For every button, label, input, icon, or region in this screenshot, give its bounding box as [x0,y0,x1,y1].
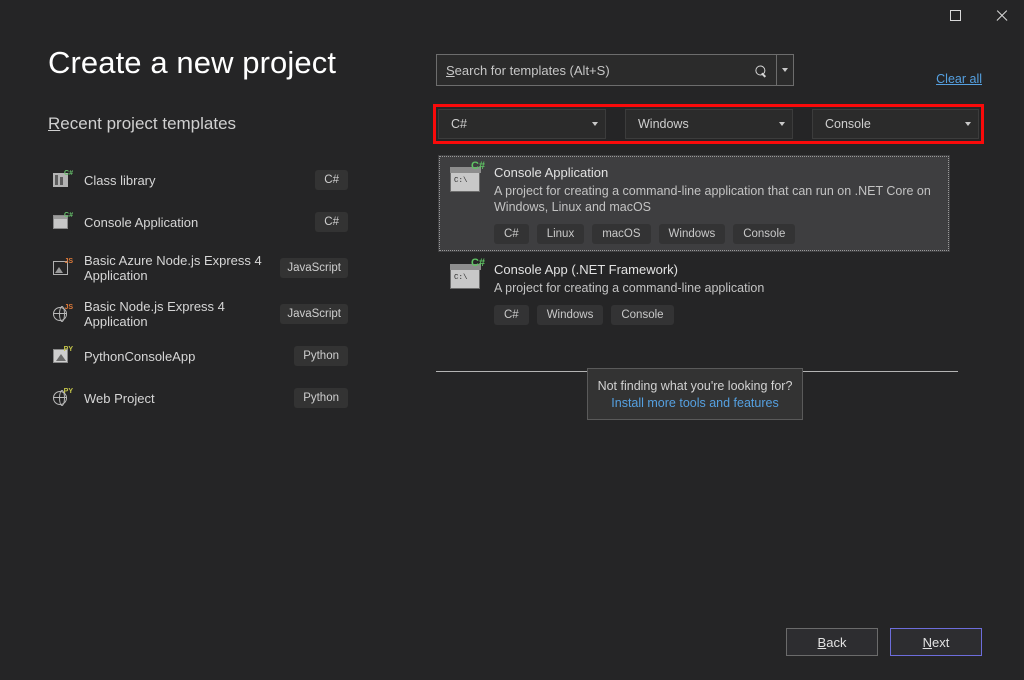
maximize-square-icon [950,10,961,21]
recent-heading-accelerator: R [48,114,60,133]
python-image-icon: PY [53,348,70,365]
template-tag: macOS [592,224,650,244]
console-app-netframework-icon: C:\ C# [450,262,482,325]
dialog-footer: Back Next [0,600,1024,680]
chevron-down-icon [782,68,788,72]
not-finding-panel: Not finding what you're looking for? Ins… [587,368,803,420]
recent-heading-text: ecent project templates [60,114,236,133]
recent-item-label: Basic Azure Node.js Express 4 Applicatio… [84,253,280,283]
search-button[interactable] [748,55,776,85]
recent-item-label: Console Application [84,215,315,230]
template-body: Console App (.NET Framework) A project f… [494,262,940,325]
recent-item-class-library[interactable]: C# Class library C# [48,164,348,196]
chevron-down-icon [958,122,978,126]
python-badge-icon: PY [64,346,73,353]
recent-item-basic-nodejs-express-4-application[interactable]: JS Basic Node.js Express 4 Application J… [48,298,348,330]
recent-item-language-badge: Python [294,346,348,366]
template-tag: Console [611,305,673,325]
console-icon-path-text: C:\ [454,177,468,185]
recent-item-label: Basic Node.js Express 4 Application [84,299,280,329]
recent-item-console-application[interactable]: C# Console Application C# [48,206,348,238]
template-tag: C# [494,305,529,325]
install-more-tools-link[interactable]: Install more tools and features [611,396,778,410]
template-title: Console App (.NET Framework) [494,262,940,277]
clear-all-link[interactable]: Clear all [936,72,982,86]
recent-item-web-project[interactable]: PY Web Project Python [48,382,348,414]
platform-filter-dropdown[interactable]: Windows [625,109,793,139]
recent-templates-heading: Recent project templates [48,114,236,134]
template-tag: Windows [537,305,604,325]
back-label: ack [826,635,846,650]
template-tag: Linux [537,224,585,244]
template-tags: C# Windows Console [494,305,940,325]
globe-icon: JS [53,306,70,323]
recent-item-language-badge: C# [315,170,348,190]
javascript-badge-icon: JS [64,258,73,265]
template-item-console-application[interactable]: C:\ C# Console Application A project for… [438,155,950,252]
recent-item-language-badge: C# [315,212,348,232]
template-item-console-app-net-framework[interactable]: C:\ C# Console App (.NET Framework) A pr… [438,252,950,333]
console-icon-path-text: C:\ [454,274,468,282]
template-title: Console Application [494,165,940,180]
filter-row: C# Windows Console [438,109,979,139]
template-tag: C# [494,224,529,244]
template-description: A project for creating a command-line ap… [494,280,940,296]
template-tags: C# Linux macOS Windows Console [494,224,940,244]
recent-item-basic-azure-nodejs-express-4-application[interactable]: JS Basic Azure Node.js Express 4 Applica… [48,248,348,288]
csharp-badge-icon: C# [471,258,485,269]
close-x-icon [995,9,1008,22]
project-type-filter-dropdown[interactable]: Console [812,109,979,139]
page-title: Create a new project [48,45,336,81]
search-dropdown-button[interactable] [777,55,793,85]
clear-all-text: lear all [945,72,982,86]
platform-filter-value: Windows [626,117,772,131]
template-results-list: C:\ C# Console Application A project for… [438,155,950,333]
console-window-icon: C# [53,214,70,231]
globe-icon: PY [53,390,70,407]
csharp-badge-icon: C# [64,170,73,177]
clear-all-accelerator: C [936,72,945,86]
recent-item-label: PythonConsoleApp [84,349,294,364]
recent-item-language-badge: Python [294,388,348,408]
back-accelerator: B [818,635,827,650]
recent-item-language-badge: JavaScript [280,304,348,324]
javascript-badge-icon: JS [64,304,73,311]
chevron-down-icon [772,122,792,126]
console-app-csharp-icon: C:\ C# [450,165,482,244]
recent-templates-list: C# Class library C# C# Console Applicati… [48,164,348,424]
search-input[interactable] [437,55,748,85]
language-filter-dropdown[interactable]: C# [438,109,606,139]
template-description: A project for creating a command-line ap… [494,183,940,215]
template-body: Console Application A project for creati… [494,165,940,244]
azure-app-icon: JS [53,260,70,277]
template-tag: Console [733,224,795,244]
next-accelerator: N [923,635,932,650]
right-panel: Search for templates (Alt+S) Clear all C… [400,32,1024,680]
chevron-down-icon [585,122,605,126]
recent-item-pythonconsoleapp[interactable]: PY PythonConsoleApp Python [48,340,348,372]
magnifier-icon [753,61,771,79]
close-button[interactable] [978,0,1024,30]
left-panel: Create a new project Recent project temp… [0,32,400,680]
recent-item-language-badge: JavaScript [280,258,348,278]
language-filter-value: C# [439,117,585,131]
create-new-project-dialog: Create a new project Recent project temp… [0,0,1024,680]
back-button[interactable]: Back [786,628,878,656]
csharp-badge-icon: C# [64,212,73,219]
search-box[interactable]: Search for templates (Alt+S) [436,54,794,86]
project-type-filter-value: Console [813,117,958,131]
title-bar [0,0,1024,32]
class-library-icon: C# [53,172,70,189]
recent-item-label: Web Project [84,391,294,406]
not-finding-question: Not finding what you're looking for? [598,379,793,393]
template-tag: Windows [659,224,726,244]
python-badge-icon: PY [64,388,73,395]
next-label: ext [932,635,949,650]
recent-item-label: Class library [84,173,315,188]
next-button[interactable]: Next [890,628,982,656]
csharp-badge-icon: C# [471,161,485,172]
maximize-button[interactable] [932,0,978,30]
